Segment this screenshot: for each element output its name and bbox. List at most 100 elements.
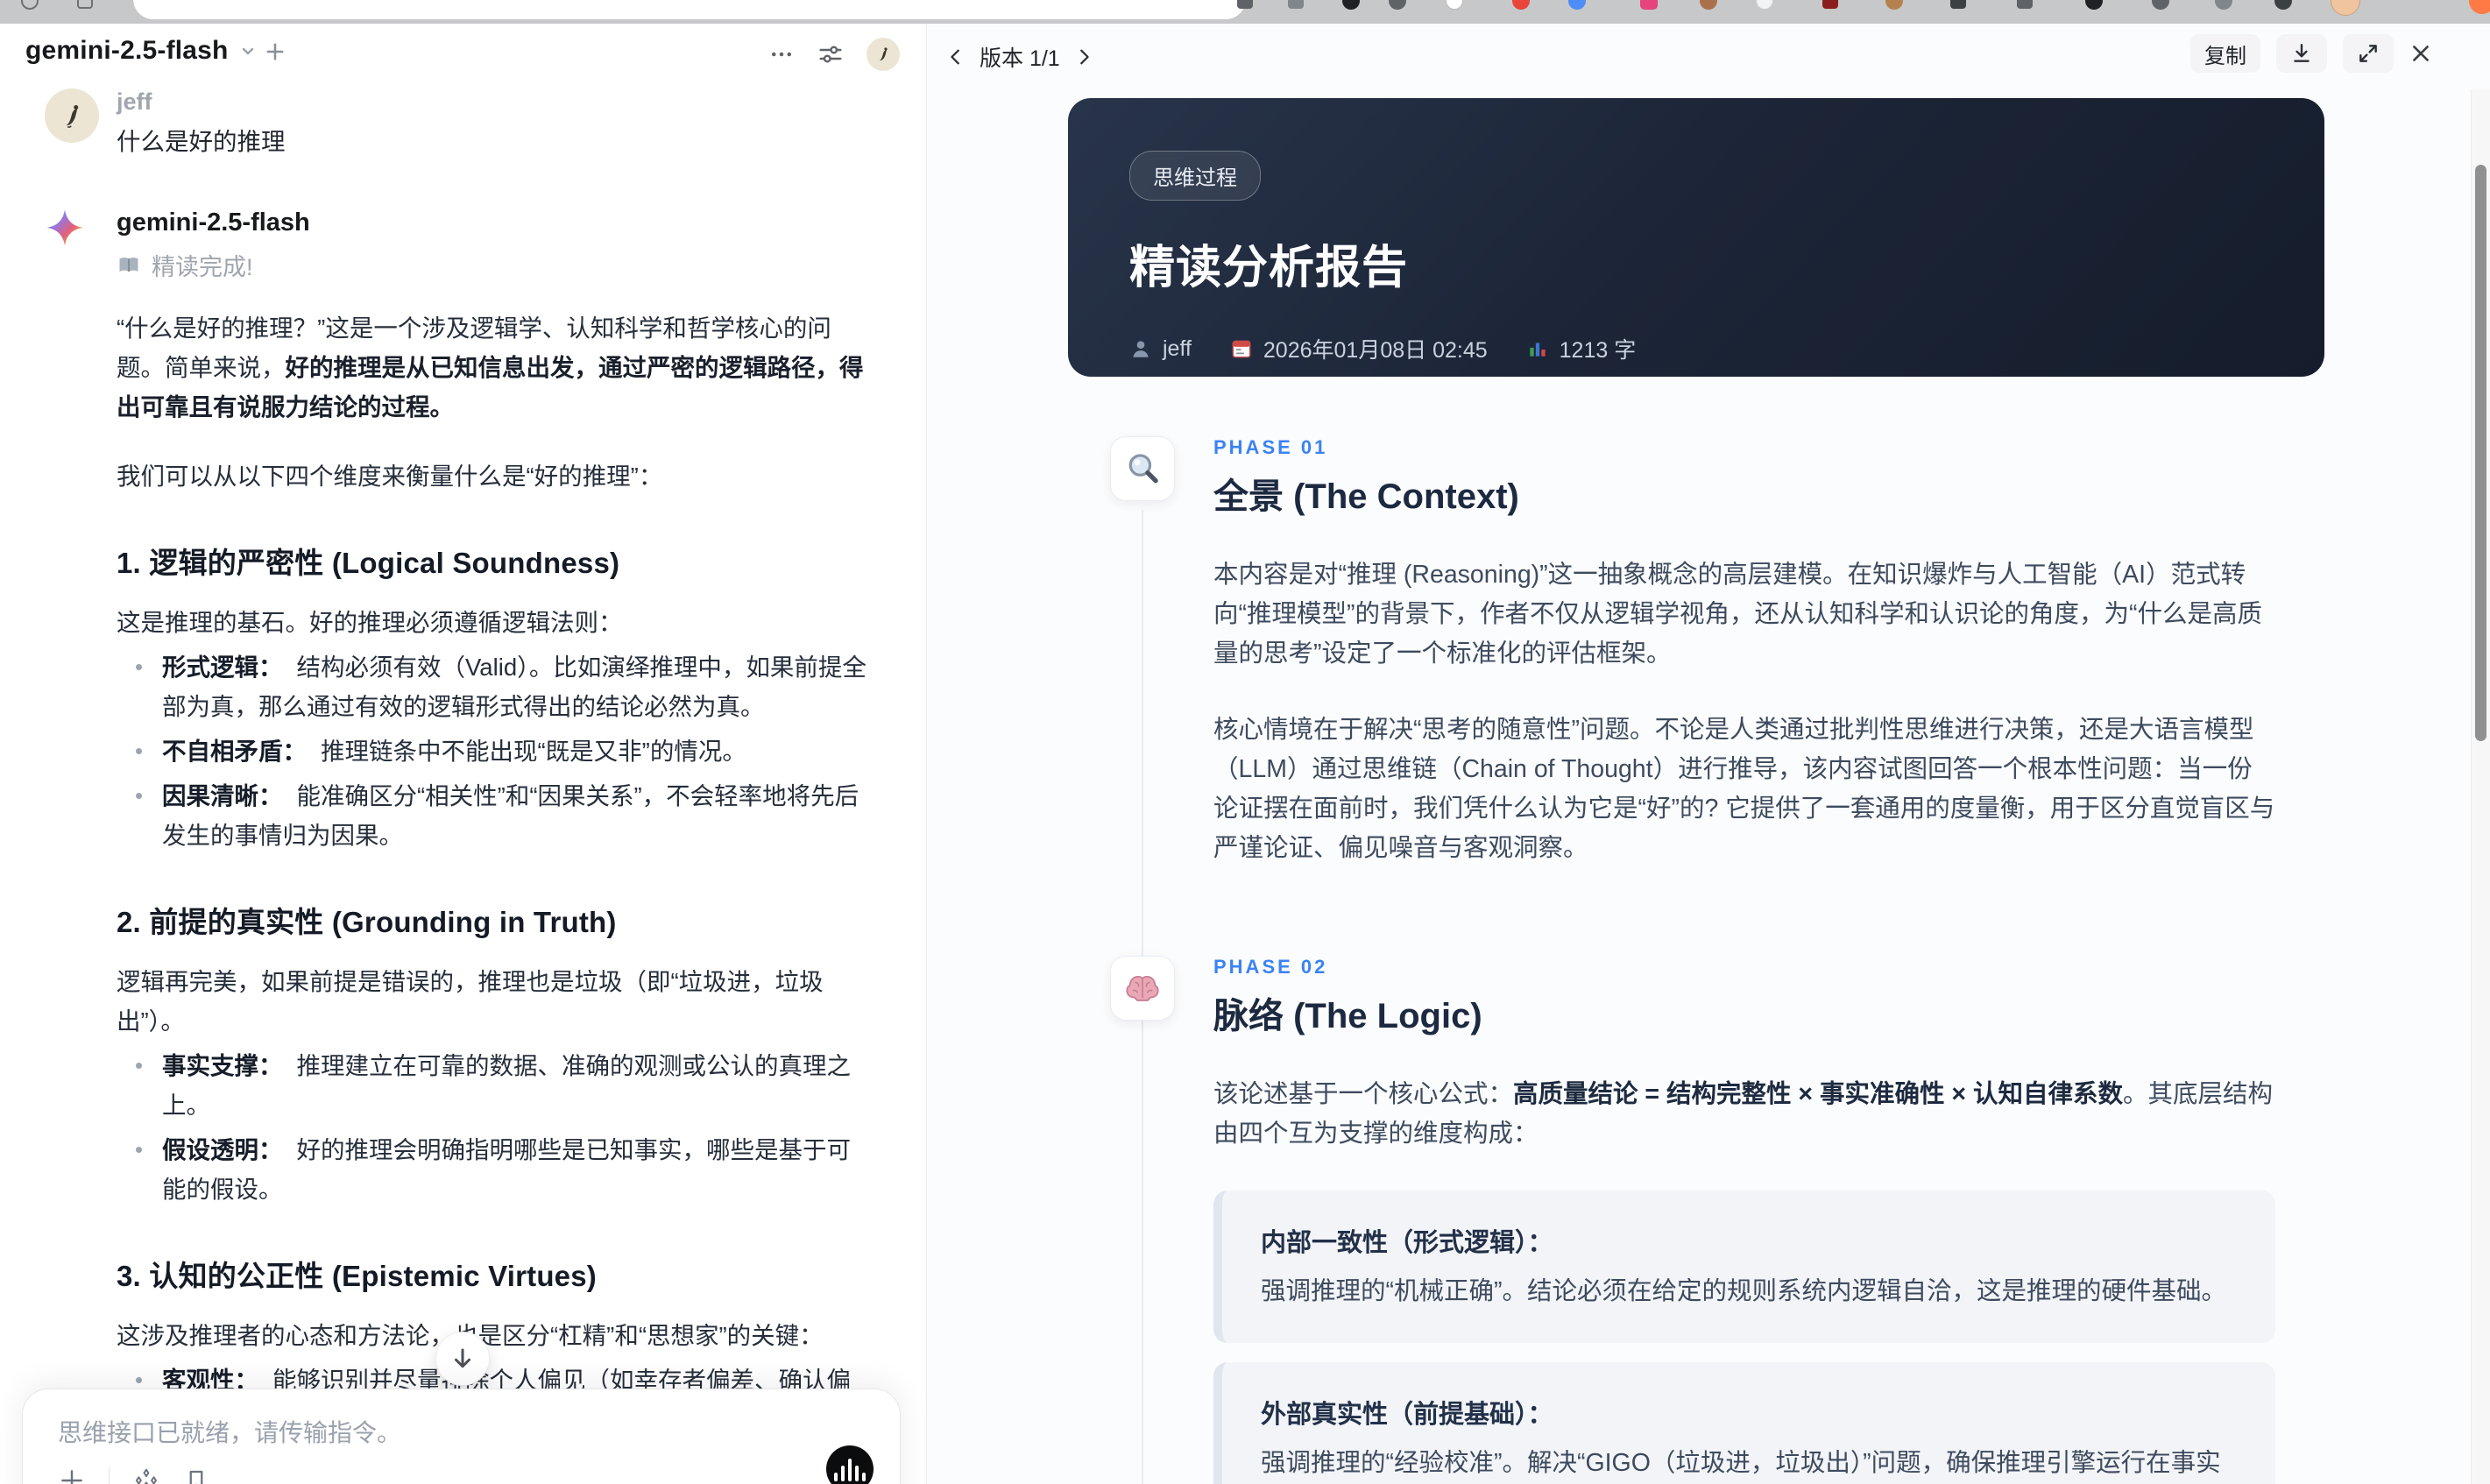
extension-icon[interactable] xyxy=(2215,0,2232,10)
model-selector[interactable]: gemini-2.5-flash xyxy=(25,36,258,66)
extension-icon[interactable] xyxy=(2274,0,2292,10)
scrollbar-track[interactable] xyxy=(2471,89,2490,1484)
voice-input-button[interactable] xyxy=(826,1445,874,1484)
calendar-icon xyxy=(1230,337,1253,360)
extension-icon[interactable] xyxy=(1342,0,1360,10)
extension-icon[interactable] xyxy=(2085,0,2103,10)
report-word-count: 1213 字 xyxy=(1526,333,1636,364)
gemini-star-icon xyxy=(45,208,99,249)
extension-icon[interactable] xyxy=(1389,0,1406,10)
phase-paragraph: 本内容是对“推理 (Reasoning)”这一抽象概念的高层建模。在知识爆炸与人… xyxy=(1213,561,2262,668)
report-content: 思维过程 精读分析报告 jeff 2026年01月08日 02:45 1213 … xyxy=(1068,98,2324,1484)
magnifier-icon xyxy=(1110,436,1175,501)
section-heading: 1. 逻辑的严密性 (Logical Soundness) xyxy=(117,547,620,579)
fullscreen-button[interactable] xyxy=(2343,34,2394,73)
user-message-text: 什么是好的推理 xyxy=(117,128,286,155)
extension-icon[interactable] xyxy=(1756,0,1773,10)
extension-icon[interactable] xyxy=(2017,0,2033,9)
report-hero-card: 思维过程 精读分析报告 jeff 2026年01月08日 02:45 1213 … xyxy=(1068,98,2324,377)
assistant-status-text: 精读完成! xyxy=(152,254,253,280)
phase-label: PHASE 02 xyxy=(1213,956,1328,978)
assistant-lead: 我们可以从以下四个维度来衡量什么是“好的推理”： xyxy=(117,463,663,490)
chat-scroll-area[interactable]: jeff 什么是好的推理 gemini-2.5-flash 精读完成! “什么是… xyxy=(0,76,926,1484)
download-button[interactable] xyxy=(2276,34,2327,73)
scroll-to-bottom-button[interactable] xyxy=(435,1332,490,1386)
extension-icon[interactable] xyxy=(1288,0,1304,9)
bullet-item: 形式逻辑： 结构必须有效（Valid）。比如演绎推理中，如果前提全部为真，那么通过… xyxy=(117,647,874,726)
extension-icon[interactable] xyxy=(1568,0,1586,10)
bookmark-button[interactable] xyxy=(183,1467,209,1484)
extension-icon[interactable] xyxy=(1700,0,1717,10)
scrollbar-thumb[interactable] xyxy=(2475,165,2486,741)
extension-icon[interactable] xyxy=(1237,0,1253,9)
browser-edge-icon[interactable] xyxy=(2469,0,2490,14)
phase-label: PHASE 01 xyxy=(1213,436,1328,458)
card-body: 强调推理的“经验校准”。解决“GIGO（垃圾进，垃圾出）”问题，确保推理引擎运行… xyxy=(1261,1449,2221,1477)
assistant-model-name: gemini-2.5-flash xyxy=(117,208,310,237)
extensions-icon[interactable] xyxy=(77,0,93,9)
open-book-icon xyxy=(117,253,141,278)
card-title: 内部一致性（形式逻辑）： xyxy=(1261,1229,1553,1257)
extension-icon[interactable] xyxy=(1950,0,1966,9)
section-intro: 这涉及推理者的心态和方法论，也是区分“杠精”和“思想家”的关键： xyxy=(117,1316,874,1355)
chevron-down-icon xyxy=(237,40,258,61)
browser-toolbar xyxy=(0,0,2490,24)
phase-formula: 该论述基于一个核心公式：高质量结论 = 结构完整性 × 事实准确性 × 认知自律… xyxy=(1213,1080,2273,1148)
reload-icon[interactable] xyxy=(21,0,39,10)
report-toolbar: 版本 1/1 复制 xyxy=(927,24,2490,94)
version-prev-button[interactable] xyxy=(946,47,966,67)
extension-icon[interactable] xyxy=(2152,0,2169,10)
thinking-process-badge: 思维过程 xyxy=(1129,151,1261,201)
phase-paragraph: 核心情境在于解决“思考的随意性”问题。不论是人类通过批判性思维进行决策，还是大语… xyxy=(1213,716,2275,862)
more-options-button[interactable] xyxy=(768,41,795,67)
report-title: 精读分析报告 xyxy=(1129,243,1409,293)
user-avatar-button[interactable] xyxy=(867,38,900,71)
section-heading: 2. 前提的真实性 (Grounding in Truth) xyxy=(117,906,617,938)
user-message-avatar xyxy=(45,88,99,143)
settings-sliders-button[interactable] xyxy=(817,41,844,67)
composer-input[interactable]: 思维接口已就绪，请传输指令。 xyxy=(58,1414,401,1449)
extension-icon[interactable] xyxy=(1446,0,1463,10)
user-silhouette-icon xyxy=(1129,337,1152,360)
bullet-item: 事实支撑： 推理建立在可靠的数据、准确的观测或公认的真理之上。 xyxy=(117,1046,874,1125)
section-intro: 这是推理的基石。好的推理必须遵循逻辑法则： xyxy=(117,609,623,636)
report-panel: 版本 1/1 复制 思维过程 精读分析报告 jeff 2026年01月08日 0… xyxy=(926,24,2490,1484)
dimension-card-external-truth: 外部真实性（前提基础）： 强调推理的“经验校准”。解决“GIGO（垃圾进，垃圾出… xyxy=(1213,1362,2275,1484)
report-author: jeff xyxy=(1129,336,1192,362)
report-datetime: 2026年01月08日 02:45 xyxy=(1230,333,1488,364)
chat-panel: gemini-2.5-flash jeff 什么是好的推理 gemini-2.5… xyxy=(0,24,926,1484)
composer: 思维接口已就绪，请传输指令。 xyxy=(22,1389,901,1484)
version-label: 版本 1/1 xyxy=(980,46,1060,71)
profile-avatar[interactable] xyxy=(2331,0,2360,16)
bullet-item: 假设透明： 好的推理会明确指明哪些是已知事实，哪些是基于可能的假设。 xyxy=(117,1130,874,1209)
user-name: jeff xyxy=(117,88,152,115)
bar-chart-icon xyxy=(1526,337,1549,360)
extension-icon[interactable] xyxy=(1640,0,1658,10)
chat-header: gemini-2.5-flash xyxy=(0,24,926,78)
brain-icon xyxy=(1110,956,1175,1021)
version-next-button[interactable] xyxy=(1074,47,1093,67)
extension-icon[interactable] xyxy=(1822,0,1838,9)
section-intro: 逻辑再完美，如果前提是错误的，推理也是垃圾（即“垃圾进，垃圾出”）。 xyxy=(117,968,824,1035)
dimension-card-internal-consistency: 内部一致性（形式逻辑）： 强调推理的“机械正确”。结论必须在给定的规则系统内逻辑… xyxy=(1213,1191,2275,1343)
user-message: jeff 什么是好的推理 xyxy=(45,88,874,159)
close-panel-button[interactable] xyxy=(2409,42,2432,65)
card-body: 强调推理的“机械正确”。结论必须在给定的规则系统内逻辑自洽，这是推理的硬件基础。 xyxy=(1261,1277,2226,1305)
phase-title: 脉络 (The Logic) xyxy=(1213,997,1482,1035)
phase-2-section: PHASE 02 脉络 (The Logic) 该论述基于一个核心公式：高质量结… xyxy=(1068,956,2324,1484)
extension-icon[interactable] xyxy=(1885,0,1903,10)
bullet-item: 不自相矛盾： 推理链条中不能出现“既是又非”的情况。 xyxy=(117,731,874,771)
new-chat-button[interactable] xyxy=(263,39,287,64)
address-bar[interactable] xyxy=(133,0,1246,19)
bullet-item: 因果清晰： 能准确区分“相关性”和“因果关系”，不会轻率地将先后发生的事情归为因果… xyxy=(117,776,874,855)
copy-button[interactable]: 复制 xyxy=(2190,34,2260,73)
section-logical-soundness: 1. 逻辑的严密性 (Logical Soundness) 这是推理的基石。好的… xyxy=(117,540,874,855)
extension-icon[interactable] xyxy=(1512,0,1530,10)
sparkle-tools-button[interactable] xyxy=(132,1466,160,1484)
composer-divider xyxy=(109,1467,110,1484)
attach-plus-button[interactable] xyxy=(58,1466,86,1484)
card-title: 外部真实性（前提基础）： xyxy=(1261,1401,1553,1429)
section-grounding-in-truth: 2. 前提的真实性 (Grounding in Truth) 逻辑再完美，如果前… xyxy=(117,899,874,1209)
phase-1-section: PHASE 01 全景 (The Context) 本内容是对“推理 (Reas… xyxy=(1068,436,2324,868)
section-heading: 3. 认知的公正性 (Epistemic Virtues) xyxy=(117,1260,597,1292)
